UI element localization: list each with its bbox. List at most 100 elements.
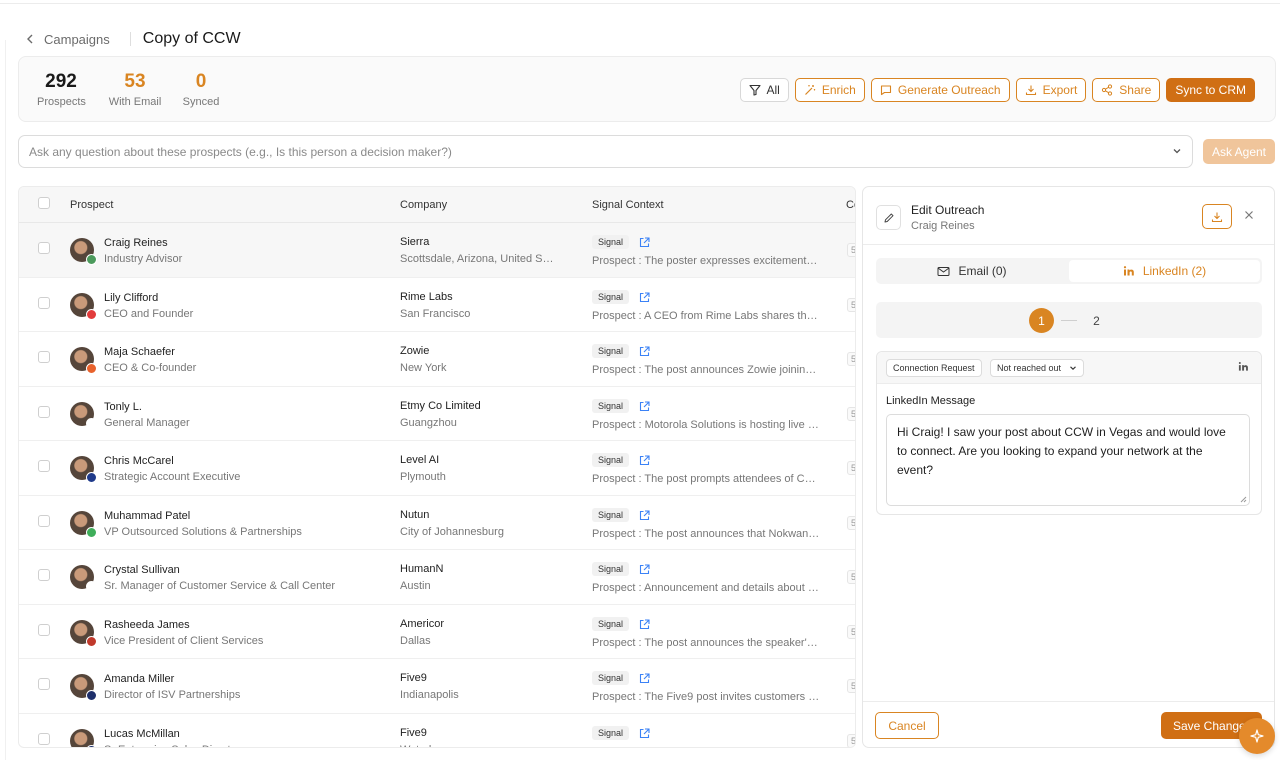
prospect-name[interactable]: Amanda Miller [104, 673, 174, 685]
company-name: Rime Labs [400, 290, 453, 303]
table-row[interactable]: Amanda Miller Director of ISV Partnership… [19, 659, 855, 714]
row-checkbox[interactable] [38, 623, 50, 636]
tab-email-label: Email (0) [958, 264, 1007, 278]
next-column-value: 5 [847, 297, 855, 312]
company-location: Austin [400, 580, 431, 592]
table-row[interactable]: Muhammad Patel VP Outsourced Solutions & … [19, 496, 855, 550]
table-row[interactable]: Crystal Sullivan Sr. Manager of Customer … [19, 550, 855, 605]
generate-outreach-button[interactable]: Generate Outreach [870, 78, 1010, 102]
prospect-name[interactable]: Lucas McMillan [104, 728, 180, 740]
external-link-icon[interactable] [639, 453, 650, 471]
table-row[interactable]: Lily Clifford CEO and Founder Rime Labs San… [19, 278, 855, 332]
company-name: Five9 [400, 672, 427, 684]
cancel-button[interactable]: Cancel [875, 712, 939, 739]
select-all-checkbox[interactable] [38, 197, 50, 209]
header-prospect[interactable]: Prospect [70, 199, 113, 211]
prospect-name[interactable]: Craig Reines [104, 237, 168, 249]
export-button[interactable]: Export [1015, 78, 1087, 102]
filter-button[interactable]: All [739, 78, 789, 102]
ask-question-input[interactable]: Ask any question about these prospects (… [18, 135, 1193, 168]
signal-badge: Signal [592, 507, 630, 522]
header-next-column[interactable]: Co [846, 199, 855, 211]
signal-context: Prospect : The post announces Zowie join… [592, 364, 820, 376]
external-link-icon[interactable] [639, 344, 650, 362]
row-checkbox[interactable] [38, 678, 50, 690]
tab-linkedin[interactable]: LinkedIn (2) [1069, 260, 1260, 282]
stat-prospects: 292 Prospects [37, 71, 86, 108]
linkedin-message-textarea[interactable]: Hi Craig! I saw your post about CCW in V… [886, 414, 1250, 506]
company-location: City of Johannesburg [400, 525, 504, 538]
company-logo-badge [86, 690, 97, 701]
back-to-campaigns-link[interactable]: Campaigns [26, 32, 110, 47]
external-link-icon[interactable] [639, 235, 650, 253]
table-header: Prospect Company Signal Context Co [19, 187, 855, 223]
assistant-fab-button[interactable] [1239, 718, 1275, 754]
enrich-button[interactable]: Enrich [794, 78, 865, 102]
company-name: Five9 [400, 726, 427, 739]
company-name: Zowie [400, 345, 430, 357]
prospect-name[interactable]: Lily Clifford [104, 292, 158, 304]
table-row[interactable]: Maja Schaefer CEO & Co-founder Zowie New Yo… [19, 332, 855, 387]
sync-to-crm-button[interactable]: Sync to CRM [1166, 78, 1255, 102]
company-location: Dallas [400, 634, 431, 647]
row-checkbox[interactable] [38, 460, 50, 472]
header-signal-context[interactable]: Signal Context [592, 199, 664, 211]
step-1[interactable]: 1 [1029, 308, 1054, 333]
stat-value: 0 [195, 71, 207, 92]
external-link-icon[interactable] [639, 562, 650, 580]
prospect-title: Vice President of Client Services [104, 634, 264, 647]
table-row[interactable]: Lucas McMillan Sr Enterprise Sales Direct… [19, 714, 855, 747]
row-checkbox[interactable] [38, 296, 50, 309]
table-row[interactable]: Chris McCarel Strategic Account Executive… [19, 441, 855, 496]
prospect-name[interactable]: Rasheeda James [104, 619, 190, 631]
download-icon [1025, 85, 1036, 96]
prospect-title: CEO and Founder [104, 307, 194, 320]
toolbar: All Enrich Generate Outreach Export Shar… [739, 78, 1255, 102]
prospect-name[interactable]: Chris McCarel [104, 455, 174, 467]
generate-outreach-label: Generate Outreach [897, 83, 1001, 97]
company-name: Nutun [400, 508, 430, 521]
external-link-icon[interactable] [639, 508, 650, 526]
company-name: Etmy Co Limited [400, 399, 481, 412]
row-checkbox[interactable] [38, 351, 50, 363]
header-company[interactable]: Company [400, 199, 447, 211]
prospect-name[interactable]: Maja Schaefer [104, 346, 175, 358]
row-checkbox[interactable] [38, 242, 50, 254]
share-button[interactable]: Share [1092, 78, 1161, 102]
prospect-name[interactable]: Muhammad Patel [104, 510, 190, 522]
resize-handle-icon[interactable] [1240, 496, 1247, 503]
table-row[interactable]: Tonly L. General Manager Etmy Co Limited Gu… [19, 387, 855, 441]
chevron-down-icon[interactable] [1172, 146, 1182, 156]
ask-agent-button[interactable]: Ask Agent [1203, 139, 1275, 164]
linkedin-icon [1238, 362, 1248, 371]
download-outreach-button[interactable] [1202, 204, 1232, 229]
row-checkbox[interactable] [38, 514, 50, 527]
close-icon[interactable] [1243, 209, 1255, 221]
external-link-icon[interactable] [639, 399, 650, 417]
external-link-icon[interactable] [639, 671, 650, 689]
pencil-icon [876, 205, 901, 230]
next-column-value: 5 [847, 461, 855, 475]
share-label: Share [1119, 83, 1152, 97]
table-row[interactable]: Craig Reines Industry Advisor Sierra Scotts… [19, 223, 855, 278]
external-link-icon[interactable] [639, 726, 650, 744]
signal-context: Prospect : A CEO from Rime Labs shares t… [592, 309, 820, 322]
linkedin-icon [1123, 266, 1134, 276]
status-dropdown[interactable]: Not reached out [990, 359, 1085, 377]
prospect-name[interactable]: Crystal Sullivan [104, 564, 180, 576]
connection-request-chip[interactable]: Connection Request [886, 359, 982, 377]
prospect-title: CEO & Co-founder [104, 362, 197, 374]
row-checkbox[interactable] [38, 405, 50, 418]
external-link-icon[interactable] [639, 617, 650, 635]
tab-linkedin-label: LinkedIn (2) [1142, 264, 1207, 278]
tab-email[interactable]: Email (0) [878, 260, 1066, 282]
signal-context: Prospect : The Five9 post invites custom… [592, 691, 820, 703]
row-checkbox[interactable] [38, 569, 50, 581]
row-checkbox[interactable] [38, 732, 50, 745]
step-2[interactable]: 2 [1084, 308, 1109, 333]
external-link-icon[interactable] [639, 290, 650, 308]
prospect-name[interactable]: Tonly L. [104, 401, 142, 413]
table-row[interactable]: Rasheeda James Vice President of Client S… [19, 605, 855, 659]
breadcrumb-separator [129, 32, 131, 46]
status-label: Not reached out [997, 363, 1062, 373]
